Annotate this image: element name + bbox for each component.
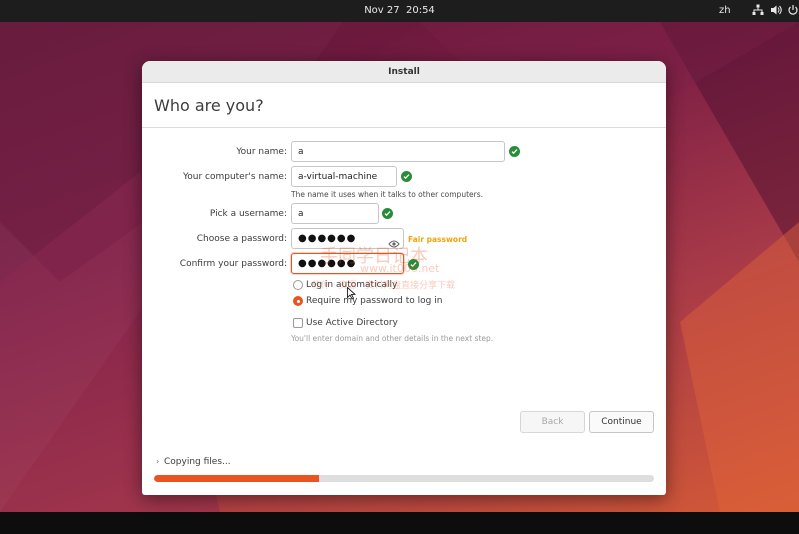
password-strength-label: Fair password [408, 235, 468, 244]
login-auto-radio[interactable] [293, 280, 303, 290]
date-label: Nov 27 [364, 5, 400, 16]
install-progress-fill [154, 475, 319, 482]
input-language-indicator[interactable]: zh [719, 5, 731, 16]
confirm-password-label: Confirm your password: [179, 259, 287, 269]
your-name-label: Your name: [236, 147, 287, 157]
password-dots: ●●●●●● [298, 233, 357, 244]
computer-name-label: Your computer's name: [182, 172, 287, 182]
power-icon[interactable] [787, 4, 799, 16]
username-valid-icon [382, 208, 393, 219]
active-directory-hint: You'll enter domain and other details in… [291, 334, 494, 343]
confirm-password-field[interactable]: ●●●●●● [291, 253, 404, 274]
install-progress-bar [154, 475, 654, 482]
confirm-password-valid-icon [408, 259, 419, 270]
computer-name-hint: The name it uses when it talks to other … [291, 190, 484, 199]
confirm-password-dots: ●●●●●● [298, 258, 357, 269]
password-label: Choose a password: [196, 234, 287, 244]
require-password-radio[interactable] [293, 296, 303, 306]
installer-window: Install Who are you? Your name: a Your c… [142, 61, 666, 495]
header-divider [142, 127, 666, 128]
page-title: Who are you? [154, 96, 264, 115]
volume-icon[interactable] [770, 4, 782, 16]
back-button[interactable]: Back [520, 411, 585, 433]
show-password-eye-icon[interactable] [388, 234, 400, 248]
top-panel: Nov 27 20:54 zh [0, 0, 799, 22]
username-field[interactable]: a [291, 203, 379, 224]
copying-files-expander[interactable]: › Copying files... [156, 457, 231, 467]
clock[interactable]: Nov 27 20:54 [0, 5, 799, 16]
status-text: Copying files... [164, 457, 231, 467]
network-icon[interactable] [752, 4, 764, 16]
active-directory-label[interactable]: Use Active Directory [306, 318, 398, 328]
computer-name-valid-icon [401, 171, 412, 182]
computer-name-field[interactable]: a-virtual-machine [291, 166, 397, 187]
time-label: 20:54 [405, 5, 435, 16]
your-name-field[interactable]: a [291, 141, 505, 162]
mouse-cursor-icon [347, 285, 357, 304]
username-label: Pick a username: [209, 209, 287, 219]
your-name-valid-icon [509, 146, 520, 157]
require-password-label[interactable]: Require my password to log in [306, 296, 442, 306]
window-title: Install [142, 61, 666, 83]
continue-button[interactable]: Continue [589, 411, 654, 433]
chevron-right-icon: › [156, 457, 160, 466]
active-directory-checkbox[interactable] [293, 318, 303, 328]
bottom-bar [0, 512, 799, 534]
